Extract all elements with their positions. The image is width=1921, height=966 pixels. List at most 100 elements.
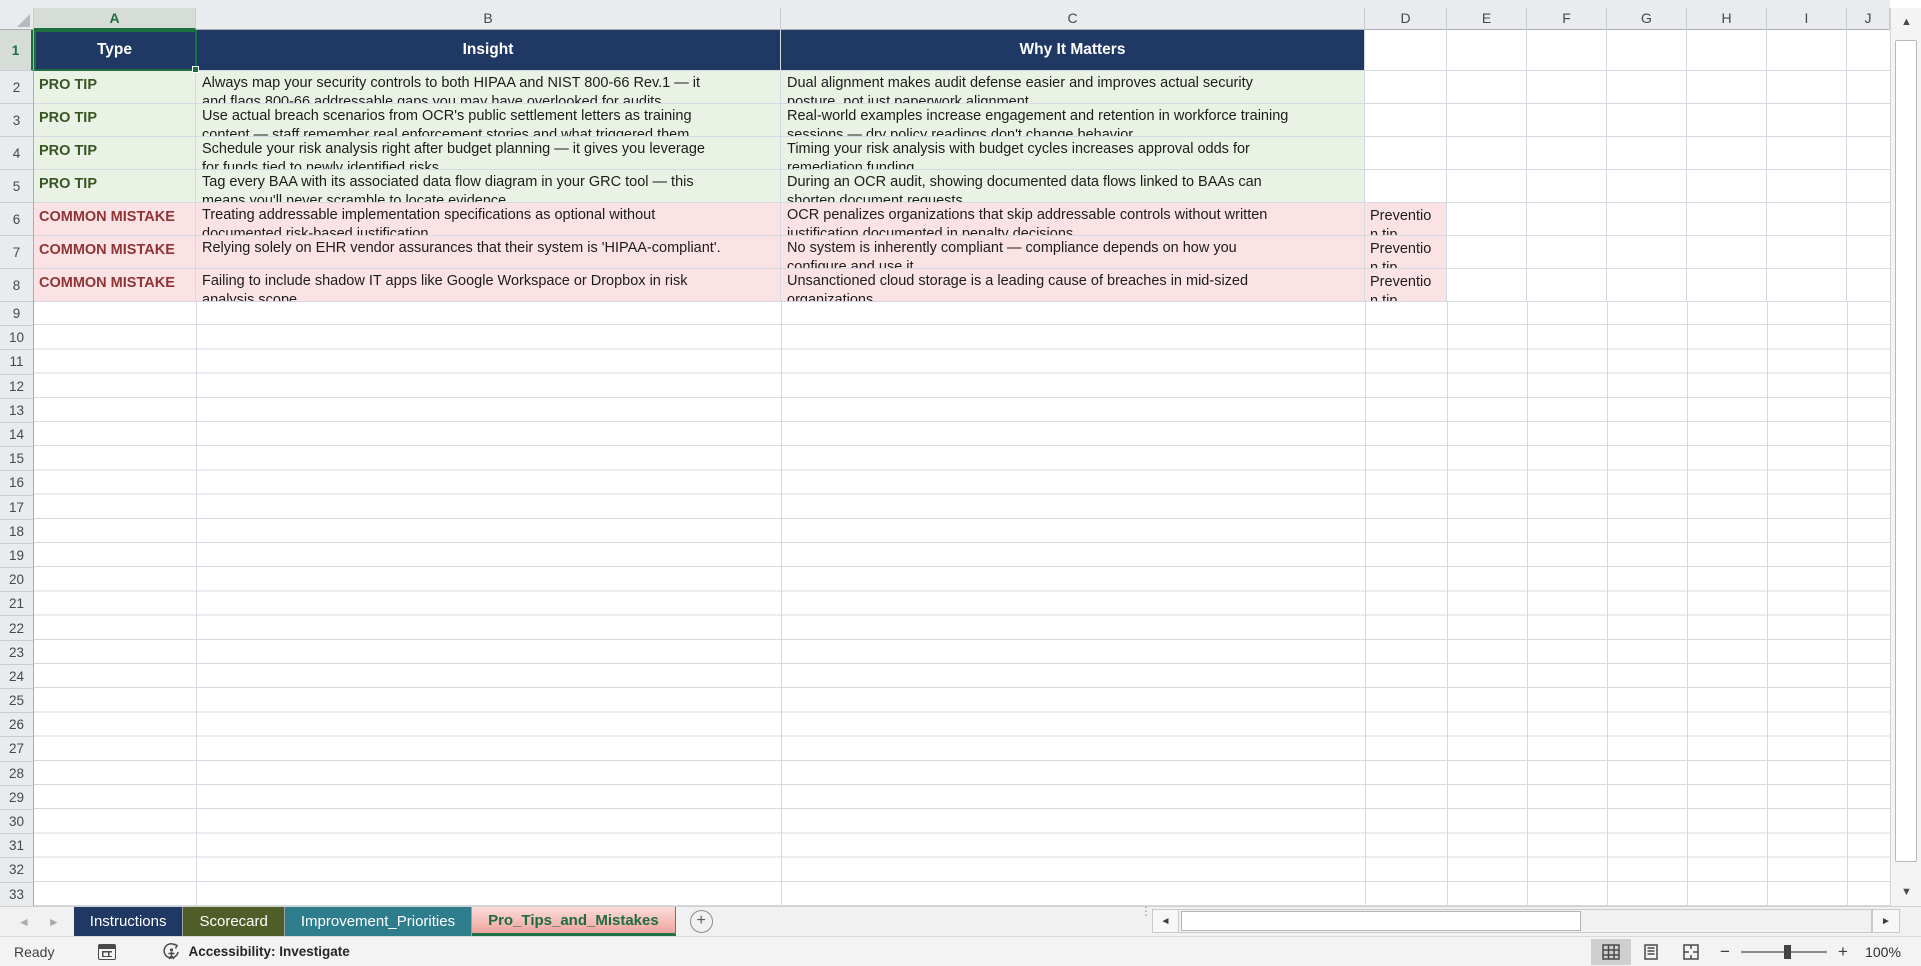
cell-D7[interactable]: Prevention tip <box>1365 236 1447 269</box>
row-empty-cells[interactable] <box>1447 203 1890 236</box>
column-header-H[interactable]: H <box>1687 8 1767 30</box>
column-header-A[interactable]: A <box>34 8 196 30</box>
horizontal-scroll-thumb[interactable] <box>1181 911 1581 931</box>
row-header-3[interactable]: 3 <box>0 104 33 137</box>
row-header-22[interactable]: 22 <box>0 616 33 640</box>
tab-pro-tips-and-mistakes[interactable]: Pro_Tips_and_Mistakes <box>472 907 676 936</box>
row-header-31[interactable]: 31 <box>0 834 33 858</box>
cell-A2[interactable]: PRO TIP <box>34 71 196 104</box>
sheet-grid[interactable]: Type Insight Why It Matters PRO TIP Alwa… <box>0 30 1890 906</box>
zoom-in-button[interactable]: + <box>1829 942 1857 962</box>
row-header-25[interactable]: 25 <box>0 689 33 713</box>
horizontal-scrollbar[interactable]: ◄ <box>1152 909 1872 933</box>
accessibility-status[interactable]: Accessibility: Investigate <box>162 943 349 961</box>
zoom-slider-handle[interactable] <box>1784 945 1791 959</box>
scroll-left-button[interactable]: ◄ <box>1153 910 1179 932</box>
zoom-slider[interactable] <box>1741 951 1827 953</box>
macro-record-icon[interactable] <box>98 944 116 960</box>
vertical-scrollbar[interactable]: ▲ ▼ <box>1890 8 1921 906</box>
row-header-20[interactable]: 20 <box>0 568 33 592</box>
cell-D6[interactable]: Prevention tip <box>1365 203 1447 236</box>
cell-A3[interactable]: PRO TIP <box>34 104 196 137</box>
cell-D2[interactable] <box>1365 71 1447 104</box>
row-header-23[interactable]: 23 <box>0 641 33 665</box>
column-header-B[interactable]: B <box>196 8 781 30</box>
row-empty-cells[interactable] <box>1447 170 1890 203</box>
row-header-8[interactable]: 8 <box>0 269 33 302</box>
column-header-J[interactable]: J <box>1847 8 1890 30</box>
scroll-up-button[interactable]: ▲ <box>1891 8 1921 36</box>
scroll-down-button[interactable]: ▼ <box>1891 878 1921 906</box>
row-header-21[interactable]: 21 <box>0 592 33 616</box>
cell-B3[interactable]: Use actual breach scenarios from OCR's p… <box>196 104 781 137</box>
row-header-32[interactable]: 32 <box>0 858 33 882</box>
row-header-6[interactable]: 6 <box>0 203 33 236</box>
row-header-4[interactable]: 4 <box>0 137 33 170</box>
cell-B5[interactable]: Tag every BAA with its associated data f… <box>196 170 781 203</box>
column-header-D[interactable]: D <box>1365 8 1447 30</box>
cell-B2[interactable]: Always map your security controls to bot… <box>196 71 781 104</box>
cell-A8[interactable]: COMMON MISTAKE <box>34 269 196 302</box>
row-header-18[interactable]: 18 <box>0 520 33 544</box>
cell-B1[interactable]: Insight <box>196 30 781 71</box>
cell-C5[interactable]: During an OCR audit, showing documented … <box>781 170 1365 203</box>
cell-C6[interactable]: OCR penalizes organizations that skip ad… <box>781 203 1365 236</box>
row-header-10[interactable]: 10 <box>0 326 33 350</box>
cell-A6[interactable]: COMMON MISTAKE <box>34 203 196 236</box>
cell-C4[interactable]: Timing your risk analysis with budget cy… <box>781 137 1365 170</box>
cell-C2[interactable]: Dual alignment makes audit defense easie… <box>781 71 1365 104</box>
cell-C1[interactable]: Why It Matters <box>781 30 1365 71</box>
cell-A4[interactable]: PRO TIP <box>34 137 196 170</box>
row-empty-cells[interactable] <box>1447 104 1890 137</box>
row-header-30[interactable]: 30 <box>0 810 33 834</box>
row-header-26[interactable]: 26 <box>0 713 33 737</box>
cell-C7[interactable]: No system is inherently compliant — comp… <box>781 236 1365 269</box>
column-header-G[interactable]: G <box>1607 8 1687 30</box>
tab-scorecard[interactable]: Scorecard <box>183 907 284 936</box>
row-empty-cells[interactable] <box>1447 269 1890 302</box>
row-header-7[interactable]: 7 <box>0 236 33 269</box>
row-header-13[interactable]: 13 <box>0 399 33 423</box>
zoom-level-label[interactable]: 100% <box>1857 944 1909 960</box>
cell-B4[interactable]: Schedule your risk analysis right after … <box>196 137 781 170</box>
cell-A5[interactable]: PRO TIP <box>34 170 196 203</box>
row-header-33[interactable]: 33 <box>0 883 33 907</box>
page-break-view-button[interactable] <box>1671 939 1711 965</box>
cell-C3[interactable]: Real-world examples increase engagement … <box>781 104 1365 137</box>
row-1-empty-cells[interactable] <box>1447 30 1890 71</box>
next-sheet-button[interactable]: ► <box>48 915 60 929</box>
row-header-2[interactable]: 2 <box>0 71 33 104</box>
row-header-16[interactable]: 16 <box>0 471 33 495</box>
row-header-9[interactable]: 9 <box>0 302 33 326</box>
column-header-I[interactable]: I <box>1767 8 1847 30</box>
scroll-right-button[interactable]: ► <box>1872 909 1900 933</box>
row-header-29[interactable]: 29 <box>0 786 33 810</box>
cell-A7[interactable]: COMMON MISTAKE <box>34 236 196 269</box>
cell-B7[interactable]: Relying solely on EHR vendor assurances … <box>196 236 781 269</box>
row-header-14[interactable]: 14 <box>0 423 33 447</box>
row-header-11[interactable]: 11 <box>0 350 33 374</box>
scrollbar-resize-handle[interactable]: ⋮ <box>1140 907 1148 916</box>
page-layout-view-button[interactable] <box>1631 939 1671 965</box>
select-all-corner[interactable] <box>0 8 34 29</box>
column-header-C[interactable]: C <box>781 8 1365 30</box>
row-header-5[interactable]: 5 <box>0 170 33 203</box>
row-empty-cells[interactable] <box>1447 137 1890 170</box>
prev-sheet-button[interactable]: ◄ <box>18 915 30 929</box>
cell-D8[interactable]: Prevention tip <box>1365 269 1447 302</box>
active-cell-selection[interactable] <box>34 30 197 71</box>
row-header-12[interactable]: 12 <box>0 375 33 399</box>
tab-improvement-priorities[interactable]: Improvement_Priorities <box>285 907 472 936</box>
cell-D5[interactable] <box>1365 170 1447 203</box>
row-header-1[interactable]: 1 <box>0 30 33 71</box>
zoom-out-button[interactable]: − <box>1711 942 1739 962</box>
column-header-F[interactable]: F <box>1527 8 1607 30</box>
row-empty-cells[interactable] <box>1447 71 1890 104</box>
normal-view-button[interactable] <box>1591 939 1631 965</box>
cell-D3[interactable] <box>1365 104 1447 137</box>
cell-D4[interactable] <box>1365 137 1447 170</box>
row-header-19[interactable]: 19 <box>0 544 33 568</box>
cell-B6[interactable]: Treating addressable implementation spec… <box>196 203 781 236</box>
row-header-24[interactable]: 24 <box>0 665 33 689</box>
row-empty-cells[interactable] <box>1447 236 1890 269</box>
